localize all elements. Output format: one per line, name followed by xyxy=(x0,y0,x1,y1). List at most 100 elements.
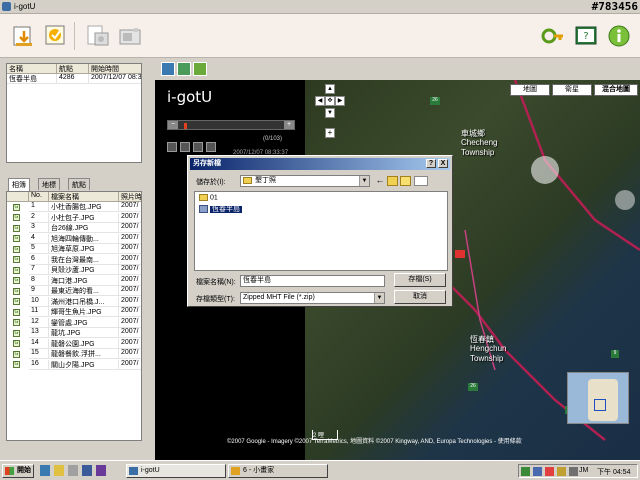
ime-indicator[interactable]: JM xyxy=(579,467,588,474)
taskbar-item-paint[interactable]: 6 - 小畫家 xyxy=(228,464,328,478)
photo-cell-name[interactable]: 旭海草原.JPG xyxy=(49,244,119,254)
pan-up-icon[interactable]: ▲ xyxy=(325,84,335,94)
photo-cell-time[interactable]: 2007/ xyxy=(119,360,141,370)
photo-cell-time[interactable]: 2007/ xyxy=(119,276,141,286)
tab-waypoint[interactable]: 航點 xyxy=(68,178,90,190)
quicklaunch-ie-icon[interactable] xyxy=(40,465,50,476)
photo-cell-name[interactable]: 海口港.JPG xyxy=(49,275,119,286)
photo-checkbox-icon[interactable]: G xyxy=(13,319,20,326)
taskbar-item-igotu[interactable]: i-gotU xyxy=(126,464,226,478)
photo-cell-no[interactable]: 6 xyxy=(29,254,49,265)
trip-header-name[interactable]: 名稱 xyxy=(7,64,57,74)
photo-cell-no[interactable]: 15 xyxy=(29,349,49,359)
photo-cell-no[interactable]: 14 xyxy=(29,338,49,349)
help-book-icon[interactable]: ? xyxy=(572,22,598,48)
photo-cell-time[interactable]: 2007/ xyxy=(119,286,141,296)
zoom-in-icon[interactable]: + xyxy=(284,121,294,129)
photo-checkbox-icon[interactable]: G xyxy=(13,329,20,337)
photo-header-time[interactable]: 照片時 xyxy=(119,192,141,202)
tray-icon-2[interactable] xyxy=(533,467,542,476)
photo-checkbox-icon[interactable]: G xyxy=(13,256,20,263)
photo-cell-name[interactable]: 貝殼沙蘆.JPG xyxy=(49,265,119,275)
photo-cell-no[interactable]: 10 xyxy=(29,296,49,307)
trip-cell-name[interactable]: 恆春半島 xyxy=(7,74,57,84)
photo-cell-no[interactable]: 5 xyxy=(29,244,49,254)
trip-header-start[interactable]: 開始時間 xyxy=(89,64,141,74)
photo-cell-name[interactable]: 滿州港口吊橋.J... xyxy=(49,296,119,307)
photo-checkbox-icon[interactable]: G xyxy=(13,277,20,284)
device-icon[interactable] xyxy=(116,22,142,48)
photo-cell-time[interactable]: 2007/ xyxy=(119,202,141,212)
trip-cell-start[interactable]: 2007/12/07 08:33 xyxy=(89,74,141,84)
photo-cell-time[interactable]: 2007/ xyxy=(119,255,141,265)
map-type-hybrid[interactable]: 混合地圖 xyxy=(594,84,638,96)
tab-album[interactable]: 相簿 xyxy=(8,178,30,191)
pause-icon[interactable] xyxy=(193,142,203,152)
photo-cell-time[interactable]: 2007/ xyxy=(119,223,141,233)
playback-slider[interactable]: − + xyxy=(167,120,295,130)
photo-cell-no[interactable]: 2 xyxy=(29,212,49,223)
dialog-help-button[interactable]: ? xyxy=(426,159,436,168)
photo-checkbox-icon[interactable]: G xyxy=(13,235,20,242)
quicklaunch-desktop-icon[interactable] xyxy=(68,465,78,476)
map-tool-icon-2[interactable] xyxy=(177,62,191,76)
map-tool-icon-3[interactable] xyxy=(193,62,207,76)
photo-cell-time[interactable]: 2007/ xyxy=(119,213,141,223)
photo-cell-no[interactable]: 8 xyxy=(29,275,49,286)
back-arrow-icon[interactable]: ← xyxy=(374,175,386,187)
photo-cell-time[interactable]: 2007/ xyxy=(119,349,141,359)
photo-cell-no[interactable]: 12 xyxy=(29,317,49,328)
car-marker-icon[interactable] xyxy=(455,250,465,258)
quicklaunch-media-icon[interactable] xyxy=(96,465,106,476)
pan-center-icon[interactable]: ✥ xyxy=(325,96,335,106)
photo-checkbox-icon[interactable]: G xyxy=(13,361,20,368)
photo-cell-name[interactable]: 輝哥生魚片.JPG xyxy=(49,307,119,317)
zoom-out-icon[interactable]: − xyxy=(168,121,178,129)
photo-cell-name[interactable]: 龍坑.JPG xyxy=(49,328,119,338)
tab-landmark[interactable]: 地標 xyxy=(38,178,60,190)
photo-cell-time[interactable]: 2007/ xyxy=(119,318,141,328)
photo-header-filename[interactable]: 檔案名稱 xyxy=(49,192,119,202)
overview-viewport[interactable] xyxy=(594,399,606,411)
file-item-zip[interactable]: 恆春半島 xyxy=(199,204,242,214)
photo-checkbox-icon[interactable]: G xyxy=(13,245,20,253)
photo-cell-name[interactable]: 最東近海的看... xyxy=(49,286,119,296)
photo-checkbox-icon[interactable]: G xyxy=(13,350,20,358)
pan-down-icon[interactable]: ▼ xyxy=(325,108,335,118)
save-in-combo[interactable]: 墾丁照 ▼ xyxy=(240,175,370,187)
speed-icon[interactable] xyxy=(206,142,216,152)
photo-cell-no[interactable]: 3 xyxy=(29,223,49,233)
photo-checkbox-icon[interactable]: G xyxy=(13,266,20,274)
play-icon[interactable] xyxy=(180,142,190,152)
photo-cell-name[interactable]: 我在台灣最南... xyxy=(49,254,119,265)
trip-header-points[interactable]: 航點 xyxy=(57,64,89,74)
photo-cell-name[interactable]: 鑾管處.JPG xyxy=(49,317,119,328)
slider-thumb[interactable] xyxy=(184,123,187,129)
quicklaunch-app-icon[interactable] xyxy=(82,465,92,476)
file-list[interactable]: 01 恆春半島 xyxy=(194,191,448,271)
view-menu-icon[interactable] xyxy=(414,176,428,186)
tray-icon-5[interactable] xyxy=(569,467,578,476)
overview-map[interactable] xyxy=(567,372,629,424)
tray-icon-4[interactable] xyxy=(557,467,566,476)
map-zoom-in-icon[interactable]: + xyxy=(325,128,335,138)
up-folder-icon[interactable] xyxy=(387,176,398,186)
photo-checkbox-icon[interactable]: G xyxy=(13,224,20,232)
photo-header-no[interactable]: No. xyxy=(29,192,49,202)
filename-input[interactable]: 恆春半島 xyxy=(240,275,385,287)
photo-cell-name[interactable]: 龍磐餐飲.浮拼... xyxy=(49,349,119,359)
photo-cell-time[interactable]: 2007/ xyxy=(119,265,141,275)
save-track-icon[interactable] xyxy=(42,22,68,48)
cancel-button[interactable]: 取消 xyxy=(394,290,446,304)
photo-cell-name[interactable]: 台26線.JPG xyxy=(49,223,119,233)
pan-left-icon[interactable]: ◀ xyxy=(315,96,325,106)
photo-checkbox-icon[interactable]: G xyxy=(13,203,20,211)
photo-cell-time[interactable]: 2007/ xyxy=(119,297,141,307)
photo-cell-no[interactable]: 1 xyxy=(29,202,49,212)
photo-cell-no[interactable]: 9 xyxy=(29,286,49,296)
photo-checkbox-icon[interactable]: G xyxy=(13,287,20,295)
chevron-down-icon[interactable]: ▼ xyxy=(374,293,384,303)
map-type-satellite[interactable]: 衛星 xyxy=(552,84,592,96)
photo-cell-name[interactable]: 龍磐公園.JPG xyxy=(49,338,119,349)
map-type-map[interactable]: 地圖 xyxy=(510,84,550,96)
